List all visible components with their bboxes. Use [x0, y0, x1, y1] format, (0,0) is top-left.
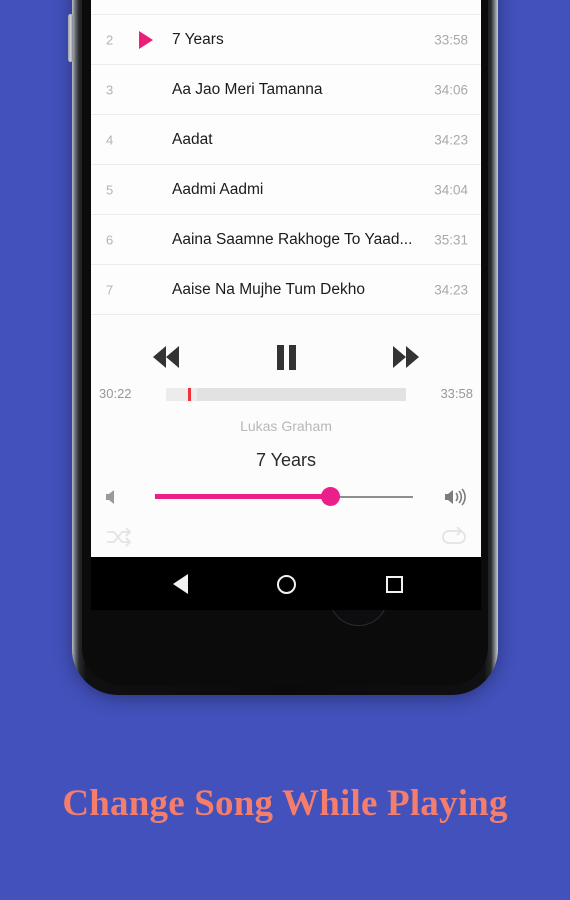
fast-forward-icon	[406, 346, 419, 368]
track-duration: 35:31	[434, 232, 468, 247]
phone-screen: 1 4 Men Down 33:09 2 7 Years 33:58 3 Aa …	[91, 0, 481, 610]
track-title: Aaina Saamne Rakhoge To Yaad...	[172, 230, 413, 248]
rewind-button[interactable]	[139, 342, 193, 372]
back-icon	[172, 574, 188, 594]
track-index: 3	[106, 82, 114, 97]
artist-name: Lukas Graham	[240, 418, 332, 434]
rewind-icon	[166, 346, 179, 368]
track-duration: 34:06	[434, 82, 468, 97]
now-playing-icon	[139, 30, 153, 49]
table-row[interactable]: 4 Aadat 34:23	[91, 115, 481, 165]
track-index: 4	[106, 132, 114, 147]
volume-thumb[interactable]	[321, 487, 341, 506]
music-player-app: 1 4 Men Down 33:09 2 7 Years 33:58 3 Aa …	[91, 0, 481, 557]
home-icon	[276, 574, 296, 594]
fast-forward-button[interactable]	[379, 342, 433, 372]
table-row[interactable]: 2 7 Years 33:58	[91, 15, 481, 65]
track-title: Aa Jao Meri Tamanna	[172, 80, 323, 98]
track-list[interactable]: 1 4 Men Down 33:09 2 7 Years 33:58 3 Aa …	[91, 0, 481, 315]
table-row[interactable]: 5 Aadmi Aadmi 34:04	[91, 165, 481, 215]
android-nav-bar	[91, 557, 481, 610]
nav-back-button[interactable]	[167, 571, 193, 597]
shuffle-button[interactable]	[103, 524, 133, 550]
table-row[interactable]: 7 Aaise Na Mujhe Tum Dekho 34:23	[91, 265, 481, 315]
nav-recents-button[interactable]	[381, 571, 407, 597]
pause-icon	[288, 344, 296, 370]
play-pause-button[interactable]	[259, 342, 313, 372]
pause-icon	[276, 344, 284, 370]
rewind-icon	[153, 346, 166, 368]
seek-row: 30:22 33:58	[91, 382, 481, 408]
transport-controls	[91, 334, 481, 382]
table-row[interactable]: 3 Aa Jao Meri Tamanna 34:06	[91, 65, 481, 115]
table-row[interactable]: 6 Aaina Saamne Rakhoge To Yaad... 35:31	[91, 215, 481, 265]
track-index: 7	[106, 282, 114, 297]
track-duration: 33:58	[434, 32, 468, 47]
track-duration: 34:23	[434, 132, 468, 147]
volume-low-icon[interactable]	[101, 486, 127, 508]
mode-row	[91, 522, 481, 554]
track-duration: 34:23	[434, 282, 468, 297]
recents-icon	[385, 575, 403, 593]
track-duration: 34:04	[434, 182, 468, 197]
current-time-label: 30:22	[99, 386, 132, 401]
volume-button[interactable]	[68, 14, 73, 62]
track-title: Aadmi Aadmi	[172, 180, 264, 198]
volume-row	[91, 480, 481, 516]
player-panel: 30:22 33:58 Lukas Graham 7 Years	[91, 330, 481, 557]
volume-slider[interactable]	[155, 487, 413, 506]
song-title: 7 Years	[255, 450, 317, 470]
volume-fill	[155, 494, 331, 499]
track-index: 6	[106, 232, 114, 247]
track-index: 2	[106, 32, 114, 47]
seek-slider[interactable]	[166, 388, 406, 401]
total-time-label: 33:58	[440, 386, 473, 401]
repeat-button[interactable]	[439, 524, 469, 550]
track-title: 7 Years	[172, 30, 224, 48]
seek-buffered-fill	[166, 388, 198, 401]
track-title: Aaise Na Mujhe Tum Dekho	[172, 280, 365, 298]
volume-high-icon[interactable]	[443, 486, 469, 508]
seek-thumb[interactable]	[187, 388, 191, 401]
promo-caption: Change Song While Playing	[62, 783, 508, 824]
track-index: 5	[106, 182, 114, 197]
nav-home-button[interactable]	[273, 571, 299, 597]
table-row[interactable]: 1 4 Men Down 33:09	[91, 0, 481, 15]
fast-forward-icon	[393, 346, 406, 368]
track-title: Aadat	[172, 130, 213, 148]
